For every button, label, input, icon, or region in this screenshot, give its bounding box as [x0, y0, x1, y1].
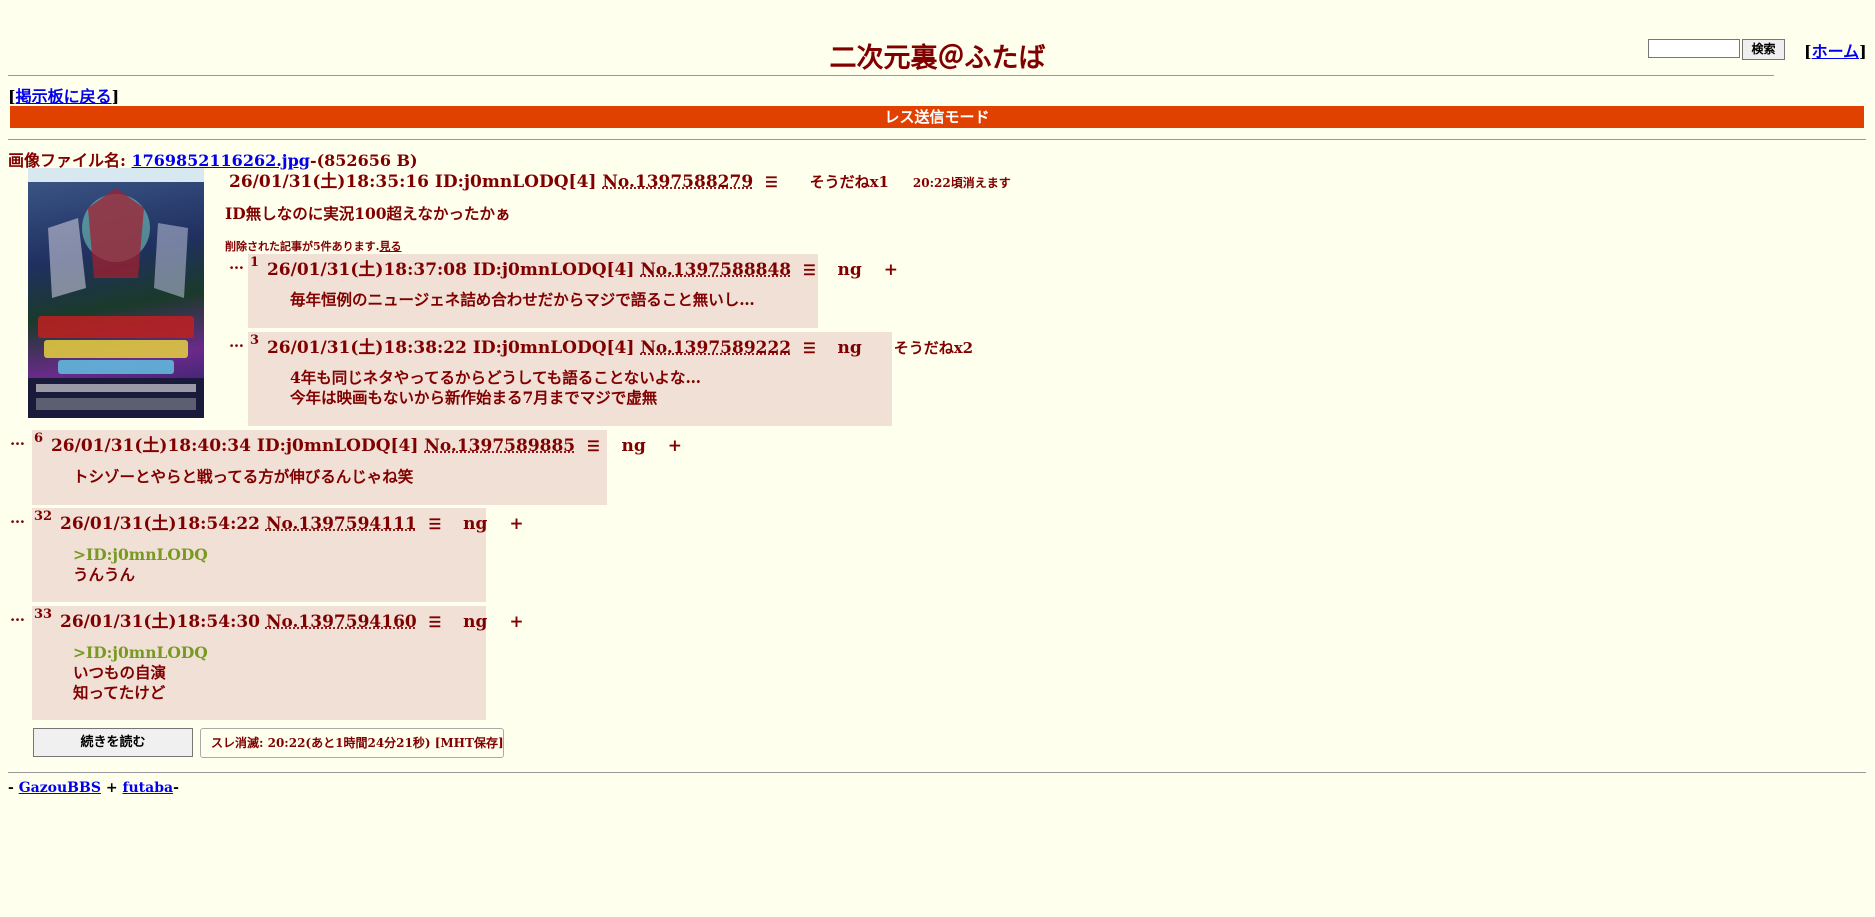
ng-button[interactable]: ng: [463, 514, 487, 534]
reply-line: トシゾーとやらと戦ってる方が伸びるんじゃね笑: [73, 467, 414, 486]
reply-line: いつもの自演: [73, 663, 167, 682]
reply-mode-banner: レス送信モード: [10, 106, 1864, 128]
reply-number: 32: [34, 509, 53, 524]
op-id: ID:j0mnLODQ[4]: [434, 172, 597, 192]
menu-icon[interactable]: ☰: [803, 263, 816, 279]
reply-number: 3: [250, 333, 260, 348]
menu-icon[interactable]: ☰: [587, 439, 600, 455]
quote-line: >ID:j0mnLODQ: [73, 545, 208, 564]
reply-dots[interactable]: …: [10, 607, 25, 625]
reply-post: 6 26/01/31(土)18:40:34 ID:j0mnLODQ[4] No.…: [32, 430, 682, 505]
reply-dots[interactable]: …: [229, 255, 244, 273]
reply-post-number[interactable]: No.1397594160: [266, 612, 417, 632]
soudane-button[interactable]: そうだねx2: [894, 339, 973, 357]
reply-post: 3 26/01/31(土)18:38:22 ID:j0mnLODQ[4] No.…: [248, 332, 973, 426]
footer-credit: - GazouBBS + futaba-: [8, 780, 179, 796]
menu-icon[interactable]: ☰: [429, 517, 442, 533]
reply-body: >ID:j0mnLODQ うんうん: [73, 545, 208, 585]
reply-datetime: 26/01/31(土)18:40:34: [50, 436, 251, 456]
reply-datetime: 26/01/31(土)18:54:22: [60, 514, 261, 534]
bracket-close: ]: [1859, 42, 1867, 61]
reply-post-number[interactable]: No.1397589222: [640, 338, 791, 358]
reply-line: 毎年恒例のニュージェネ詰め合わせだからマジで語ること無いし…: [290, 290, 755, 309]
menu-icon[interactable]: ☰: [429, 615, 442, 631]
reply-post-number[interactable]: No.1397594111: [266, 514, 417, 534]
menu-icon[interactable]: ☰: [803, 341, 816, 357]
plus-button[interactable]: +: [509, 612, 523, 632]
reply-line: 今年は映画もないから新作始まる7月までマジで虚無: [290, 388, 658, 407]
op-body: ID無しなのに実況100超えなかったかぁ: [225, 204, 511, 223]
reply-body: 毎年恒例のニュージェネ詰め合わせだからマジで語ること無いし…: [290, 290, 755, 310]
ng-button[interactable]: ng: [463, 612, 487, 632]
plus-button[interactable]: +: [668, 436, 682, 456]
ng-button[interactable]: ng: [838, 260, 862, 280]
board-title: 二次元裏＠ふたば: [829, 43, 1046, 74]
divider-top: [8, 75, 1774, 76]
reply-datetime: 26/01/31(土)18:54:30: [60, 612, 261, 632]
thumbnail-image[interactable]: [28, 168, 204, 418]
home-link-wrapper: [ホーム]: [1804, 38, 1867, 62]
reply-post: 32 26/01/31(土)18:54:22 No.1397594111 ☰ n…: [32, 508, 524, 602]
plus-button[interactable]: +: [509, 514, 523, 534]
back-link-wrapper: [掲示板に戻る]: [8, 83, 119, 107]
expire-note: 20:22頃消えます: [912, 176, 1011, 190]
credit-suffix: -: [173, 780, 179, 796]
back-to-board-link[interactable]: 掲示板に戻る: [16, 87, 112, 106]
reply-line: 知ってたけど: [73, 683, 166, 702]
menu-icon[interactable]: ☰: [765, 175, 778, 191]
divider-bottom: [8, 772, 1866, 773]
bracket-close: ]: [111, 87, 120, 106]
divider-mid: [8, 139, 1866, 140]
gazoubbs-link[interactable]: GazouBBS: [19, 780, 101, 796]
reply-datetime: 26/01/31(土)18:38:22: [266, 338, 467, 358]
reply-dots[interactable]: …: [10, 431, 25, 449]
reply-id: ID:j0mnLODQ[4]: [472, 260, 635, 280]
bracket-open: [: [8, 87, 16, 106]
reply-dots[interactable]: …: [10, 509, 25, 527]
poster-art: [28, 168, 204, 418]
reply-header: 1 26/01/31(土)18:37:08 ID:j0mnLODQ[4] No.…: [250, 255, 906, 280]
read-more-button[interactable]: 続きを読む: [33, 728, 193, 757]
quote-line: >ID:j0mnLODQ: [73, 643, 208, 662]
reply-datetime: 26/01/31(土)18:37:08: [266, 260, 467, 280]
reply-header: 32 26/01/31(土)18:54:22 No.1397594111 ☰ n…: [34, 509, 532, 534]
reply-post: 33 26/01/31(土)18:54:30 No.1397594160 ☰ n…: [32, 606, 524, 720]
futaba-link[interactable]: futaba: [122, 780, 173, 796]
reply-line: 4年も同じネタやってるからどうしても語ることないよな…: [290, 368, 701, 387]
show-deleted-link[interactable]: 見る: [379, 240, 401, 253]
ng-button[interactable]: ng: [622, 436, 646, 456]
reply-dots[interactable]: …: [229, 333, 244, 351]
reply-id: ID:j0mnLODQ[4]: [472, 338, 635, 358]
op-datetime: 26/01/31(土)18:35:16: [229, 172, 429, 192]
reply-body: 4年も同じネタやってるからどうしても語ることないよな… 今年は映画もないから新作…: [290, 368, 701, 408]
reply-header: 6 26/01/31(土)18:40:34 ID:j0mnLODQ[4] No.…: [34, 431, 690, 456]
credit-prefix: -: [8, 780, 19, 796]
reply-post-number[interactable]: No.1397588848: [640, 260, 791, 280]
plus-button[interactable]: +: [884, 260, 898, 280]
op-header: 26/01/31(土)18:35:16 ID:j0mnLODQ[4] No.13…: [229, 167, 1011, 192]
soudane-button[interactable]: そうだねx1: [810, 173, 889, 191]
deleted-notice: 削除された記事が5件あります.見る: [225, 238, 401, 254]
bracket-open: [: [1804, 42, 1812, 61]
reply-post-number[interactable]: No.1397589885: [424, 436, 575, 456]
op-post-number[interactable]: No.1397588279: [602, 172, 753, 192]
reply-line: うんうん: [73, 565, 136, 584]
search-input[interactable]: [1648, 39, 1740, 58]
reply-header: 3 26/01/31(土)18:38:22 ID:j0mnLODQ[4] No.…: [250, 333, 973, 358]
reply-body: トシゾーとやらと戦ってる方が伸びるんじゃね笑: [73, 467, 413, 487]
reply-number: 33: [34, 607, 53, 622]
reply-id: ID:j0mnLODQ[4]: [256, 436, 419, 456]
deleted-text: 削除された記事が5件あります.: [225, 240, 380, 253]
reply-body: >ID:j0mnLODQ いつもの自演 知ってたけど: [73, 643, 208, 703]
ng-button[interactable]: ng: [838, 338, 862, 358]
home-link[interactable]: ホーム: [1812, 42, 1860, 61]
thread-expire-info: スレ消滅: 20:22(あと1時間24分21秒) [MHT保存]: [200, 728, 504, 758]
reply-post: 1 26/01/31(土)18:37:08 ID:j0mnLODQ[4] No.…: [248, 254, 898, 328]
credit-plus: +: [100, 780, 123, 796]
reply-number: 1: [250, 255, 260, 270]
search-button[interactable]: 検索: [1742, 39, 1785, 60]
reply-header: 33 26/01/31(土)18:54:30 No.1397594160 ☰ n…: [34, 607, 532, 632]
reply-number: 6: [34, 431, 44, 446]
